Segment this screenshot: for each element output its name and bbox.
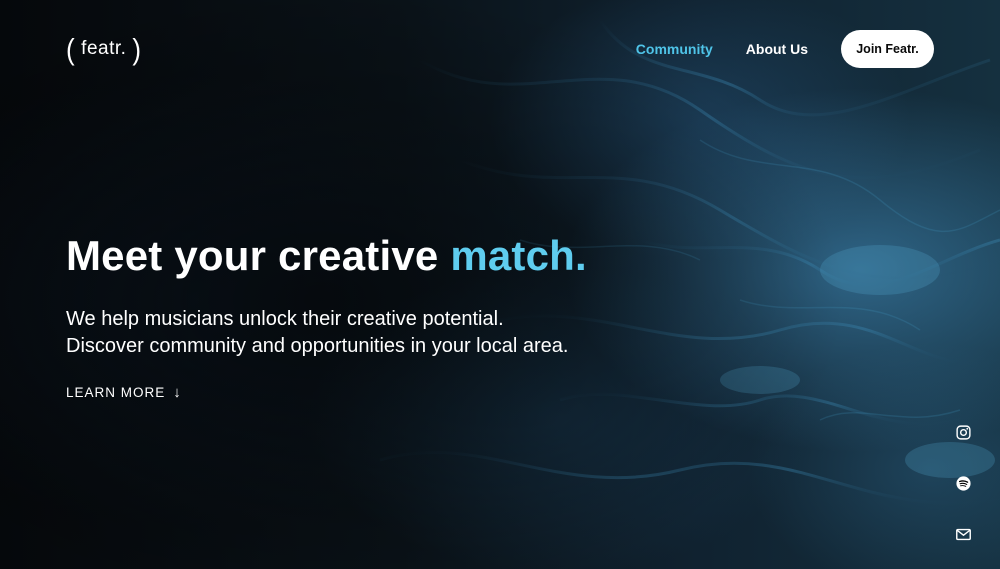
hero-subhead: We help musicians unlock their creative … <box>66 306 568 360</box>
vignette-overlay <box>0 0 1000 569</box>
headline-main: Meet your creative <box>66 232 451 279</box>
mail-icon[interactable] <box>955 526 972 543</box>
top-nav: Community About Us Join Featr. <box>636 30 934 68</box>
arrow-down-icon: ↓ <box>173 384 182 401</box>
subhead-line-2: Discover community and opportunities in … <box>66 335 569 357</box>
nav-item-community[interactable]: Community <box>636 41 713 57</box>
join-button[interactable]: Join Featr. <box>841 30 934 68</box>
spotify-icon[interactable] <box>955 475 972 492</box>
logo-paren-left: ( <box>66 31 76 67</box>
subhead-line-1: We help musicians unlock their creative … <box>66 308 504 330</box>
headline-accent: match. <box>450 232 587 279</box>
learn-more-link[interactable]: LEARN MORE ↓ <box>66 385 182 400</box>
hero-background <box>0 0 1000 569</box>
logo[interactable]: ( featr. ) <box>66 31 142 67</box>
logo-paren-right: ) <box>132 31 142 67</box>
hero-headline: Meet your creative match. <box>66 232 587 280</box>
logo-text: featr. <box>81 38 127 59</box>
social-links <box>955 424 972 543</box>
nav-item-about-us[interactable]: About Us <box>746 41 808 57</box>
learn-more-label: LEARN MORE <box>66 385 166 400</box>
instagram-icon[interactable] <box>955 424 972 441</box>
